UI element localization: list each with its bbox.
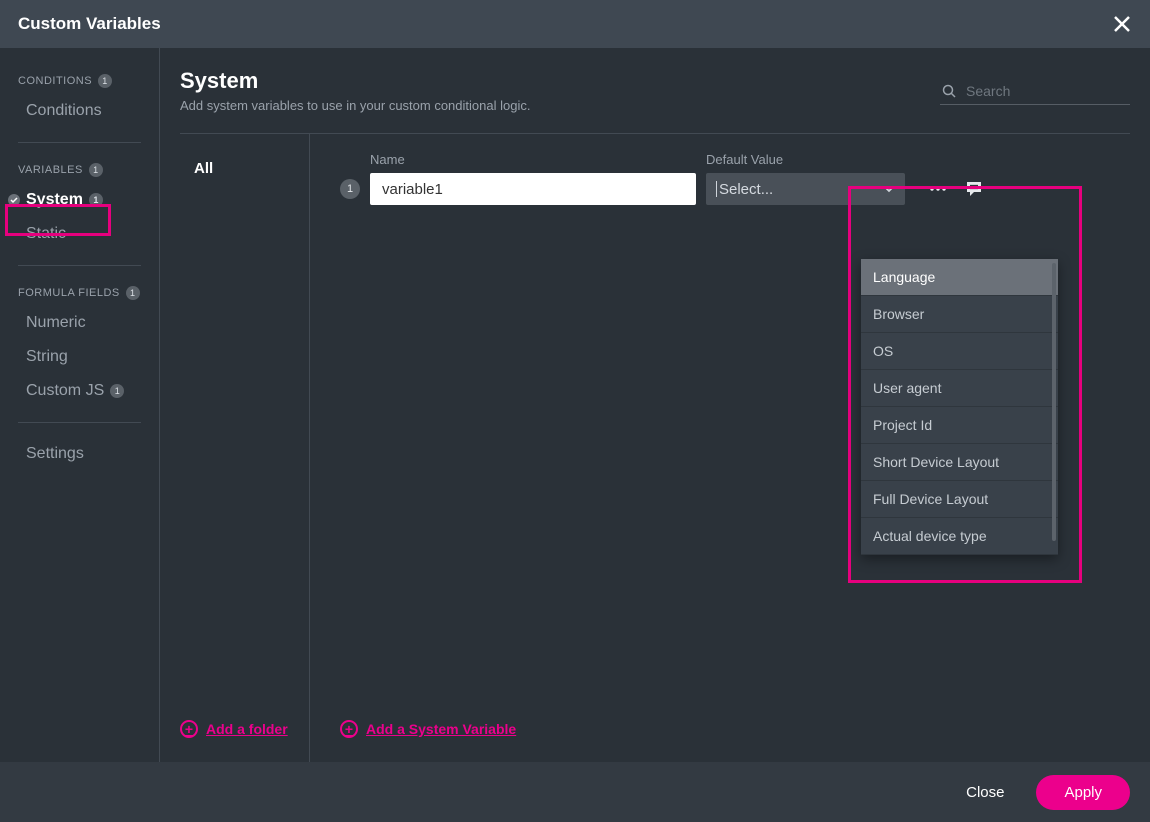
sidebar-item-label: Numeric (26, 314, 86, 332)
main-header: System Add system variables to use in yo… (180, 68, 1130, 113)
sidebar-item-label: System (26, 191, 83, 209)
close-icon[interactable] (1108, 10, 1136, 38)
check-icon (8, 194, 20, 206)
highlight-frame: Language Browser OS User agent Project I… (848, 186, 1082, 583)
search-icon (942, 84, 956, 98)
sidebar-section-variables: VARIABLES 1 (0, 157, 159, 183)
default-value-dropdown: Language Browser OS User agent Project I… (861, 259, 1058, 555)
add-system-variable-button[interactable]: + Add a System Variable (340, 716, 1130, 742)
dropdown-option[interactable]: Actual device type (861, 518, 1058, 555)
sidebar-divider (18, 265, 141, 266)
sidebar-section-label: VARIABLES (18, 164, 83, 176)
close-button[interactable]: Close (954, 776, 1016, 809)
plus-circle-icon: + (340, 720, 358, 738)
variable-name-input[interactable] (370, 173, 696, 205)
row-index: 1 (340, 179, 360, 199)
dropdown-option[interactable]: OS (861, 333, 1058, 370)
modal-footer: Close Apply (0, 762, 1150, 822)
modal-body: CONDITIONS 1 Conditions VARIABLES 1 Syst… (0, 48, 1150, 762)
default-value-label: Default Value (706, 152, 783, 167)
sidebar-item-label: Custom JS (26, 382, 104, 400)
scrollbar[interactable] (1052, 263, 1056, 541)
sidebar-item-string[interactable]: String (0, 340, 159, 374)
sidebar-section-label: FORMULA FIELDS (18, 287, 120, 299)
name-label: Name (370, 152, 706, 167)
sidebar-item-numeric[interactable]: Numeric (0, 306, 159, 340)
dropdown-option[interactable]: Full Device Layout (861, 481, 1058, 518)
sidebar-item-label: String (26, 348, 68, 366)
sidebar-section-label: CONDITIONS (18, 75, 92, 87)
folder-all[interactable]: All (180, 154, 309, 183)
sidebar-section-conditions: CONDITIONS 1 (0, 68, 159, 94)
search-input[interactable] (964, 82, 1149, 100)
count-badge: 1 (89, 163, 103, 177)
dropdown-option[interactable]: User agent (861, 370, 1058, 407)
sidebar-item-custom-js[interactable]: Custom JS 1 (0, 374, 159, 408)
custom-variables-modal: Custom Variables CONDITIONS 1 Conditions… (0, 0, 1150, 822)
sidebar-section-formula-fields: FORMULA FIELDS 1 (0, 280, 159, 306)
add-system-variable-label: Add a System Variable (366, 721, 516, 737)
add-folder-label: Add a folder (206, 721, 288, 737)
main-panel: System Add system variables to use in yo… (160, 48, 1150, 762)
sidebar-item-label: Conditions (26, 102, 102, 120)
count-badge: 1 (89, 193, 103, 207)
dropdown-option[interactable]: Short Device Layout (861, 444, 1058, 481)
field-labels: Name Default Value (370, 152, 1130, 173)
sidebar: CONDITIONS 1 Conditions VARIABLES 1 Syst… (0, 48, 160, 762)
plus-circle-icon: + (180, 720, 198, 738)
sidebar-item-label: Static (26, 225, 66, 243)
sidebar-divider (18, 422, 141, 423)
dropdown-option[interactable]: Language (861, 259, 1058, 296)
count-badge: 1 (110, 384, 124, 398)
apply-button[interactable]: Apply (1036, 775, 1130, 810)
modal-title: Custom Variables (18, 14, 1108, 34)
sidebar-item-conditions[interactable]: Conditions (0, 94, 159, 128)
add-folder-button[interactable]: + Add a folder (180, 716, 309, 742)
count-badge: 1 (98, 74, 112, 88)
folders-column: All + Add a folder (180, 134, 310, 762)
select-placeholder: Select... (716, 181, 773, 198)
page-subtitle: Add system variables to use in your cust… (180, 98, 940, 113)
sidebar-item-static[interactable]: Static (0, 217, 159, 251)
sidebar-item-system[interactable]: System 1 (0, 183, 159, 217)
modal-header: Custom Variables (0, 0, 1150, 48)
dropdown-option[interactable]: Browser (861, 296, 1058, 333)
search-field[interactable] (940, 78, 1130, 105)
dropdown-option[interactable]: Project Id (861, 407, 1058, 444)
sidebar-divider (18, 142, 141, 143)
page-title: System (180, 68, 940, 94)
count-badge: 1 (126, 286, 140, 300)
sidebar-item-settings[interactable]: Settings (0, 437, 159, 471)
sidebar-item-label: Settings (26, 445, 84, 463)
